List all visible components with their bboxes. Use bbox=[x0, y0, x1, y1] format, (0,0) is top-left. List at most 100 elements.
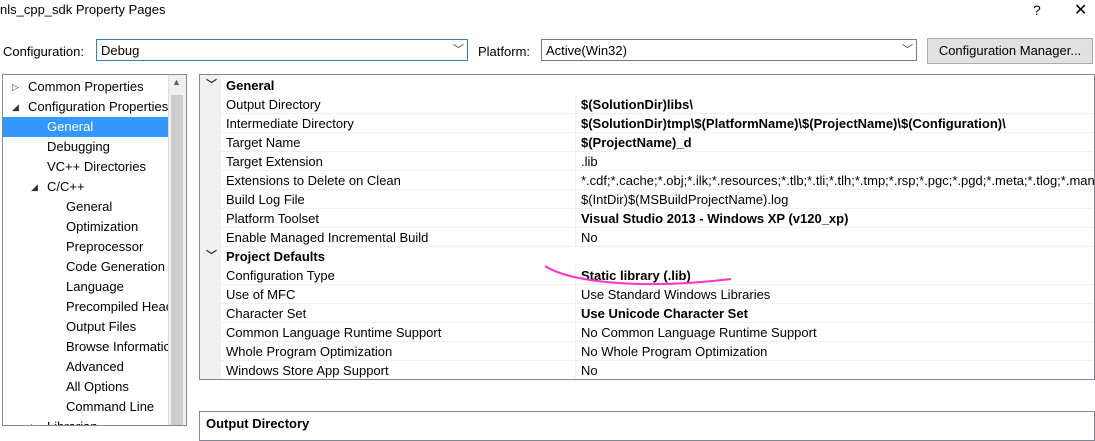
property-value[interactable]: No Common Language Runtime Support bbox=[581, 323, 817, 342]
tree-item[interactable]: Advanced bbox=[3, 357, 168, 377]
configuration-label: Configuration: bbox=[3, 44, 84, 59]
tree-item-label: C/C++ bbox=[47, 179, 85, 194]
scroll-thumb[interactable] bbox=[171, 95, 183, 425]
property-row[interactable]: Whole Program Optimization No Whole Progr… bbox=[200, 342, 1094, 361]
column-divider bbox=[575, 361, 576, 379]
property-name: Character Set bbox=[226, 306, 307, 321]
property-name: Use of MFC bbox=[226, 287, 296, 302]
description-panel: Output Directory bbox=[199, 411, 1095, 441]
column-divider bbox=[575, 190, 576, 209]
tree-item[interactable]: ▷ Common Properties bbox=[3, 77, 168, 97]
property-row[interactable]: Target Name $(ProjectName)_d bbox=[200, 133, 1094, 152]
property-value[interactable]: No Whole Program Optimization bbox=[581, 342, 767, 361]
configuration-dropdown[interactable]: Debug ﹀ bbox=[96, 39, 468, 61]
property-value[interactable]: $(IntDir)$(MSBuildProjectName).log bbox=[581, 190, 788, 209]
column-divider bbox=[575, 304, 576, 323]
scroll-up-icon[interactable]: ▲ bbox=[172, 77, 181, 87]
column-divider bbox=[575, 209, 576, 228]
section-title: General bbox=[226, 78, 275, 93]
tree-item[interactable]: Language bbox=[3, 277, 168, 297]
collapse-icon[interactable]: ◢ bbox=[31, 177, 38, 197]
tree-item[interactable]: ▷ Librarian bbox=[3, 417, 168, 425]
property-row[interactable]: Build Log File $(IntDir)$(MSBuildProjectN… bbox=[200, 190, 1094, 209]
property-value[interactable]: $(SolutionDir)libs\ bbox=[581, 95, 693, 114]
title-bar: nls_cpp_sdk Property Pages ? ✕ bbox=[0, 0, 1095, 24]
tree-item[interactable]: General bbox=[3, 197, 168, 217]
column-divider bbox=[575, 266, 576, 285]
property-tree[interactable]: ▷ Common Properties ◢ Configuration Propert… bbox=[2, 74, 187, 426]
property-value[interactable]: No bbox=[581, 361, 598, 379]
tree-item[interactable]: ◢ C/C++ bbox=[3, 177, 168, 197]
tree-item[interactable]: ◢ Configuration Properties bbox=[3, 97, 168, 117]
column-divider bbox=[575, 133, 576, 152]
property-row[interactable]: Enable Managed Incremental Build No bbox=[200, 228, 1094, 247]
property-value[interactable]: Use Unicode Character Set bbox=[581, 304, 748, 323]
platform-label: Platform: bbox=[478, 44, 531, 59]
property-value[interactable]: Use Standard Windows Libraries bbox=[581, 285, 770, 304]
tree-item[interactable]: VC++ Directories bbox=[3, 157, 168, 177]
collapse-icon[interactable]: ◢ bbox=[12, 97, 19, 117]
close-button[interactable]: ✕ bbox=[1074, 0, 1087, 20]
property-row[interactable]: Target Extension .lib bbox=[200, 152, 1094, 171]
property-name: Extensions to Delete on Clean bbox=[226, 173, 401, 188]
tree-item[interactable]: Browse Informatic bbox=[3, 337, 171, 357]
property-name: Configuration Type bbox=[226, 268, 335, 283]
tree-item-label: Browse Informatic bbox=[66, 339, 171, 354]
property-row[interactable]: Windows Store App Support No bbox=[200, 361, 1095, 380]
property-row[interactable]: Intermediate Directory $(SolutionDir)tmp\… bbox=[200, 114, 1094, 133]
platform-dropdown[interactable]: Active(Win32) ﹀ bbox=[541, 39, 917, 61]
column-divider bbox=[575, 228, 576, 247]
tree-item[interactable]: Optimization bbox=[3, 217, 168, 237]
property-name: Output Directory bbox=[226, 97, 321, 112]
chevron-down-icon[interactable]: ﹀ bbox=[206, 247, 217, 266]
tree-item-label: Preprocessor bbox=[66, 239, 144, 254]
expand-icon[interactable]: ▷ bbox=[31, 417, 38, 425]
tree-item-label: All Options bbox=[66, 379, 129, 394]
column-divider bbox=[575, 95, 576, 114]
tree-item-label: General bbox=[47, 119, 94, 134]
tree-item-label: Configuration Properties bbox=[28, 99, 169, 114]
chevron-down-icon: ﹀ bbox=[453, 44, 464, 56]
configuration-manager-button[interactable]: Configuration Manager... bbox=[927, 38, 1093, 64]
section-header[interactable]: ﹀ Project Defaults bbox=[200, 247, 1094, 266]
tree-item-label: Debugging bbox=[47, 139, 110, 154]
tree-item[interactable]: General bbox=[3, 117, 168, 137]
property-value[interactable]: *.cdf;*.cache;*.obj;*.ilk;*.resources;*.… bbox=[581, 171, 1094, 190]
property-value[interactable]: $(SolutionDir)tmp\$(PlatformName)\$(Proj… bbox=[581, 114, 1006, 133]
property-name: Enable Managed Incremental Build bbox=[226, 230, 429, 245]
platform-value: Active(Win32) bbox=[546, 43, 627, 58]
property-row[interactable]: Output Directory $(SolutionDir)libs\ bbox=[200, 95, 1094, 114]
property-row[interactable]: Character Set Use Unicode Character Set bbox=[200, 304, 1094, 323]
tree-item[interactable]: All Options bbox=[3, 377, 168, 397]
tree-item[interactable]: Code Generation bbox=[3, 257, 168, 277]
row-divider bbox=[220, 379, 1095, 380]
help-button[interactable]: ? bbox=[1033, 2, 1041, 18]
property-value[interactable]: $(ProjectName)_d bbox=[581, 133, 692, 152]
tree-item[interactable]: Precompiled Heac bbox=[3, 297, 172, 317]
tree-item[interactable]: Preprocessor bbox=[3, 237, 168, 257]
property-row[interactable]: Common Language Runtime Support No Common… bbox=[200, 323, 1094, 342]
column-divider bbox=[575, 323, 576, 342]
property-value[interactable]: No bbox=[581, 228, 598, 247]
property-value[interactable]: .lib bbox=[581, 152, 598, 171]
chevron-down-icon[interactable]: ﹀ bbox=[206, 76, 217, 95]
tree-item[interactable]: Debugging bbox=[3, 137, 168, 157]
property-row[interactable]: Extensions to Delete on Clean *.cdf;*.cac… bbox=[200, 171, 1094, 190]
tree-item-label: Advanced bbox=[66, 359, 124, 374]
tree-item[interactable]: Output Files bbox=[3, 317, 168, 337]
tree-item-label: Code Generation bbox=[66, 259, 166, 274]
property-value[interactable]: Static library (.lib) bbox=[581, 266, 691, 285]
chevron-down-icon: ﹀ bbox=[902, 44, 913, 56]
property-row[interactable]: Platform Toolset Visual Studio 2013 - Win… bbox=[200, 209, 1094, 228]
tree-item-label: Common Properties bbox=[28, 79, 144, 94]
property-name: Platform Toolset bbox=[226, 211, 319, 226]
tree-item[interactable]: Command Line bbox=[3, 397, 168, 417]
tree-scrollbar[interactable]: ▲ bbox=[168, 75, 186, 425]
section-header[interactable]: ﹀ General bbox=[200, 76, 1094, 95]
column-divider bbox=[575, 342, 576, 361]
property-value[interactable]: Visual Studio 2013 - Windows XP (v120_xp… bbox=[581, 209, 848, 228]
property-row[interactable]: Use of MFC Use Standard Windows Libraries bbox=[200, 285, 1094, 304]
expand-icon[interactable]: ▷ bbox=[12, 77, 19, 97]
property-row[interactable]: Configuration Type Static library (.lib) bbox=[200, 266, 1094, 285]
property-name: Common Language Runtime Support bbox=[226, 325, 442, 340]
